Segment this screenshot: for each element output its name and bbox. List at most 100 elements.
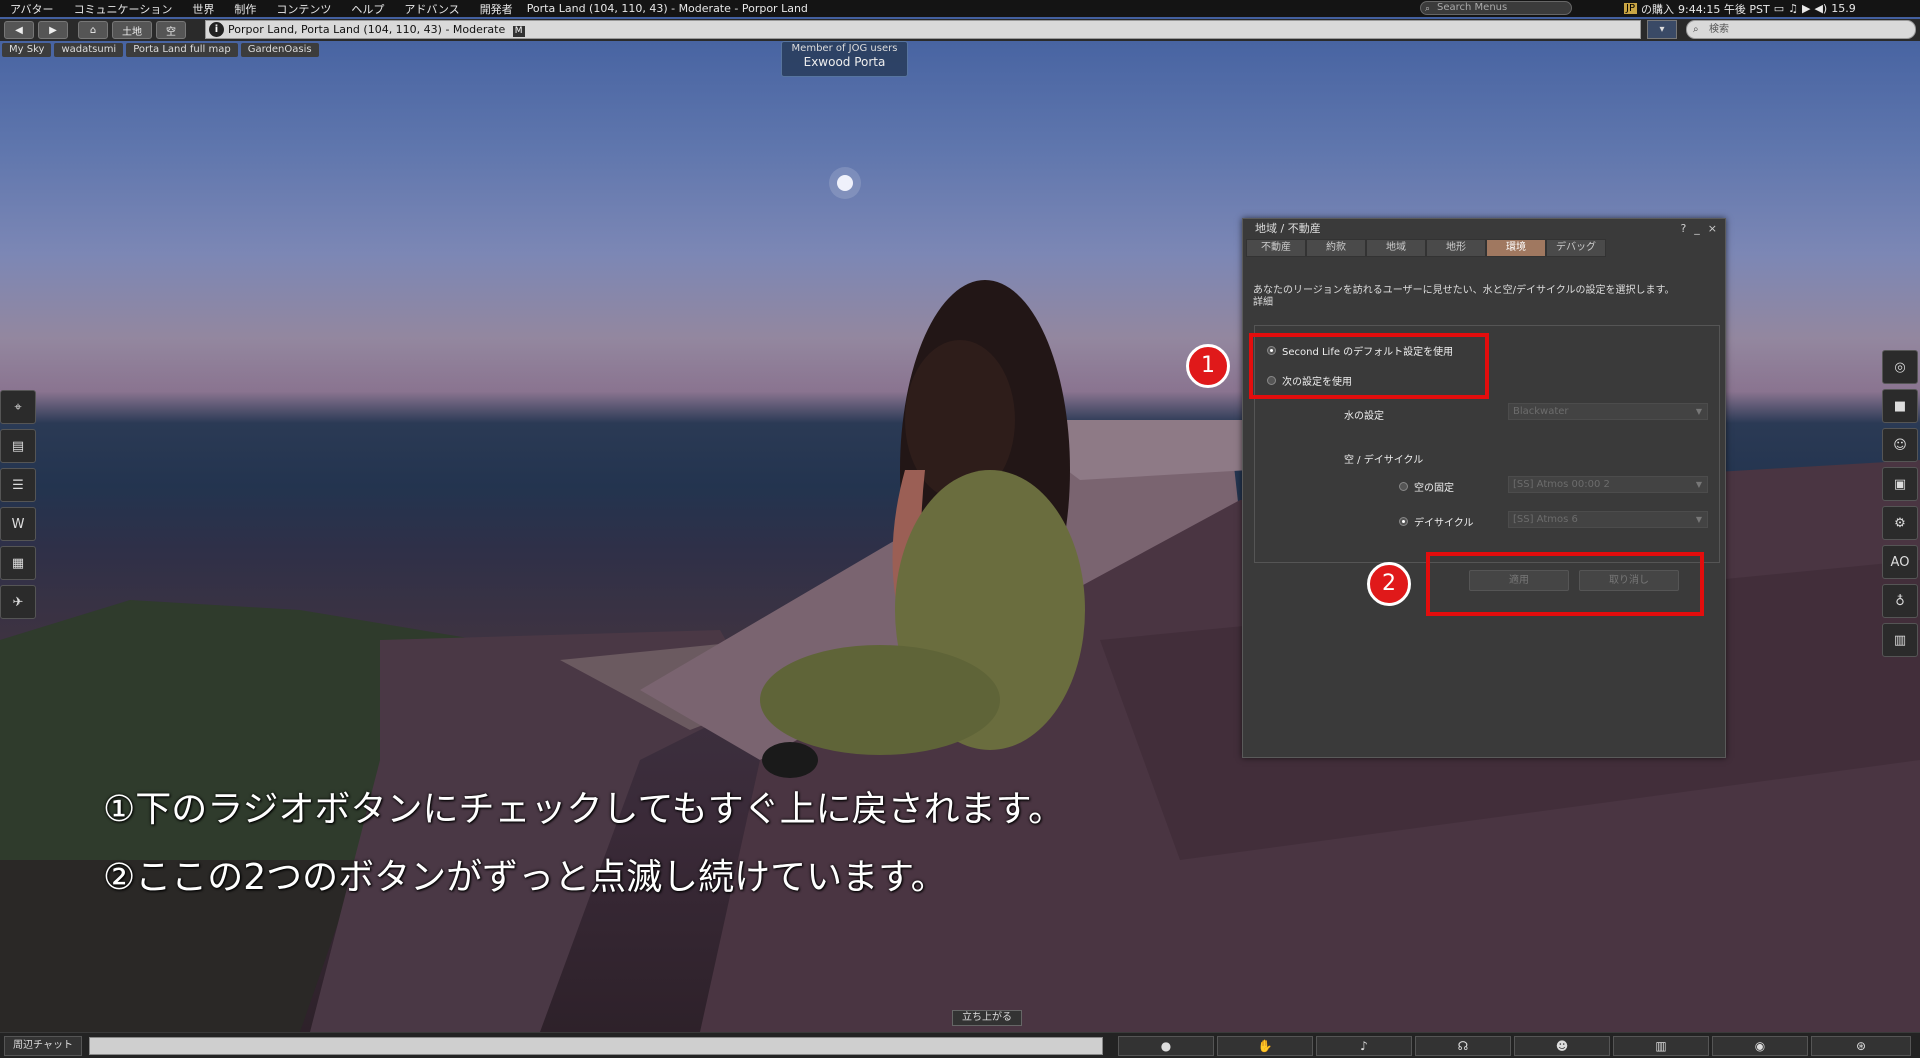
sky-preset-select[interactable]: [SS] Atmos 00:00 2 ▼ xyxy=(1508,476,1708,493)
info-icon[interactable]: i xyxy=(209,22,224,37)
help-icon[interactable]: ? xyxy=(1680,219,1686,239)
menu-avatar[interactable]: アバター xyxy=(0,1,64,17)
close-icon[interactable]: × xyxy=(1708,219,1717,239)
avatar-nametag: Member of JOG users Exwood Porta xyxy=(781,41,908,77)
search-menus-input[interactable]: ⌕ Search Menus xyxy=(1420,1,1572,15)
movement-icon[interactable]: ⚙ xyxy=(1882,506,1918,540)
language-badge[interactable]: JP xyxy=(1624,3,1637,14)
favorite-item[interactable]: GardenOasis xyxy=(240,43,319,57)
music-icon[interactable]: ♫ xyxy=(1788,2,1798,15)
floater-titlebar[interactable]: 地域 / 不動産 ? _ × xyxy=(1243,219,1725,239)
forward-button[interactable]: ▶ xyxy=(38,21,68,39)
location-input[interactable]: i Porpor Land, Porta Land (104, 110, 43)… xyxy=(205,20,1840,39)
favorite-item[interactable]: Porta Land full map xyxy=(126,43,238,57)
landmark-icon[interactable]: ▣ xyxy=(1882,467,1918,501)
tab-covenant[interactable]: 約款 xyxy=(1306,239,1366,257)
ao-label: AO xyxy=(1890,554,1910,570)
monitor-icon[interactable]: ▭ xyxy=(1774,2,1784,15)
teleport-icon[interactable]: ✈ xyxy=(0,585,36,619)
water-settings-label: 水の設定 xyxy=(1344,411,1384,422)
chevron-down-icon: ▾ xyxy=(1659,24,1665,35)
location-input-text: Porpor Land, Porta Land (104, 110, 43) -… xyxy=(228,23,506,36)
microphone-icon[interactable]: ♪ xyxy=(1316,1036,1412,1056)
daycycle-preset-value: [SS] Atmos 6 xyxy=(1513,514,1578,525)
tab-debug[interactable]: デバッグ xyxy=(1546,239,1606,257)
daycycle-preset-select[interactable]: [SS] Atmos 6 ▼ xyxy=(1508,511,1708,528)
favorite-item[interactable]: wadatsumi xyxy=(54,43,124,57)
avatar-icon[interactable]: ☺ xyxy=(1882,428,1918,462)
land-button[interactable]: 土地 xyxy=(112,21,152,39)
navigation-bar: ◀ ▶ ⌂ 土地 空 i Porpor Land, Porta Land (10… xyxy=(0,19,1920,41)
radio-daycycle-dot[interactable] xyxy=(1399,517,1408,526)
back-icon: ◀ xyxy=(15,24,23,36)
radio-sky-fixed-dot[interactable] xyxy=(1399,482,1408,491)
tab-terrain[interactable]: 地形 xyxy=(1426,239,1486,257)
gesture-icon[interactable]: ✋ xyxy=(1217,1036,1313,1056)
location-pin-icon[interactable]: ⌖ xyxy=(0,390,36,424)
headset-icon[interactable]: ☊ xyxy=(1415,1036,1511,1056)
menu-developer[interactable]: 開発者 xyxy=(470,1,523,17)
radio-sky-fixed-label: 空の固定 xyxy=(1414,483,1454,494)
radio-daycycle-label: デイサイクル xyxy=(1414,518,1474,529)
chat-bubble-icon[interactable]: ● xyxy=(1118,1036,1214,1056)
profile-card-icon[interactable]: ▤ xyxy=(0,429,36,463)
search-field[interactable]: ⌕ 検索 xyxy=(1686,20,1916,39)
inventory-icon[interactable]: ▥ xyxy=(1882,623,1918,657)
nearby-chat-button[interactable]: 周辺チャット xyxy=(4,1036,82,1056)
menu-communication[interactable]: コミュニケーション xyxy=(64,1,183,17)
radar-icon[interactable]: ◉ xyxy=(1712,1036,1808,1056)
location-text: Porta Land (104, 110, 43) - Moderate - P… xyxy=(526,2,808,15)
menu-help[interactable]: ヘルプ xyxy=(341,1,394,17)
buy-currency-link[interactable]: の購入 xyxy=(1641,1,1674,17)
menu-world[interactable]: 世界 xyxy=(182,1,224,17)
tab-region[interactable]: 地域 xyxy=(1366,239,1426,257)
menu-content[interactable]: コンテンツ xyxy=(266,1,341,17)
region-estate-floater: 地域 / 不動産 ? _ × 不動産 約款 地域 地形 環境 デバッグ あなたの… xyxy=(1242,218,1726,758)
favorite-item[interactable]: My Sky xyxy=(2,43,52,57)
people-icon[interactable]: ☻ xyxy=(1514,1036,1610,1056)
tab-estate[interactable]: 不動産 xyxy=(1246,239,1306,257)
floater-title: 地域 / 不動産 xyxy=(1255,222,1321,235)
fps-value: 15.9 xyxy=(1831,2,1856,15)
search-field-placeholder: 検索 xyxy=(1709,24,1729,35)
www-icon[interactable]: W xyxy=(0,507,36,541)
home-button[interactable]: ⌂ xyxy=(78,21,108,39)
map-icon[interactable]: ▦ xyxy=(0,546,36,580)
media-icon[interactable]: ▶ xyxy=(1802,2,1810,15)
nametag-name: Exwood Porta xyxy=(803,55,886,69)
back-button[interactable]: ◀ xyxy=(4,21,34,39)
tab-environment[interactable]: 環境 xyxy=(1486,239,1546,257)
destinations-icon[interactable]: ⊛ xyxy=(1811,1036,1911,1056)
ao-icon[interactable]: AO xyxy=(1882,545,1918,579)
chevron-down-icon: ▼ xyxy=(1695,480,1702,489)
sky-button[interactable]: 空 xyxy=(156,21,186,39)
highlight-box-buttons xyxy=(1426,552,1704,616)
stand-up-button[interactable]: 立ち上がる xyxy=(952,1010,1022,1026)
water-preset-select[interactable]: Blackwater ▼ xyxy=(1508,403,1708,420)
highlight-box-radio xyxy=(1249,333,1489,399)
details-link[interactable]: 詳細 xyxy=(1253,297,1713,309)
volume-icon[interactable]: ◀) xyxy=(1814,2,1827,15)
callout-1: 1 xyxy=(1186,344,1230,388)
snapshot-icon[interactable]: ◎ xyxy=(1882,350,1918,384)
radio-daycycle[interactable]: デイサイクル xyxy=(1399,514,1474,529)
map-icon[interactable]: ▥ xyxy=(1613,1036,1709,1056)
menu-build[interactable]: 制作 xyxy=(224,1,266,17)
minimize-icon[interactable]: _ xyxy=(1694,219,1700,239)
status-area: JP の購入 9:44:15 午後 PST ▭ ♫ ▶ ◀) 15.9 xyxy=(1624,0,1856,17)
appearance-icon[interactable]: ♁ xyxy=(1882,584,1918,618)
radio-sky-fixed[interactable]: 空の固定 xyxy=(1399,479,1454,494)
menu-advanced[interactable]: アドバンス xyxy=(394,1,469,17)
nametag-group: Member of JOG users xyxy=(791,43,898,54)
notes-icon[interactable]: ☰ xyxy=(0,468,36,502)
caption-2: ②ここの2つのボタンがずっと点滅し続けています。 xyxy=(103,857,947,898)
chat-input[interactable] xyxy=(89,1037,1103,1055)
location-history-dropdown[interactable]: ▾ xyxy=(1647,20,1677,39)
search-menus-placeholder: Search Menus xyxy=(1437,2,1508,13)
forward-icon: ▶ xyxy=(49,24,57,36)
camera-icon[interactable]: ■ xyxy=(1882,389,1918,423)
maturity-badge: M xyxy=(512,26,525,37)
home-icon: ⌂ xyxy=(89,24,97,36)
water-preset-value: Blackwater xyxy=(1513,406,1569,417)
favorites-bar: My Sky wadatsumi Porta Land full map Gar… xyxy=(0,43,319,57)
